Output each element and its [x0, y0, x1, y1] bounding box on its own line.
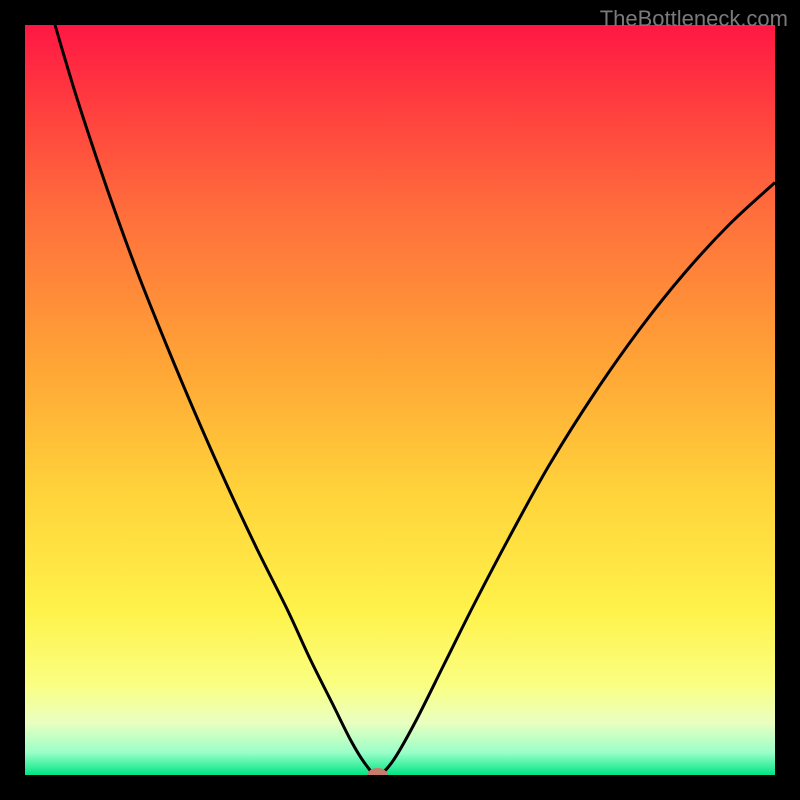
chart-plot-area: [25, 25, 775, 775]
watermark-text: TheBottleneck.com: [600, 6, 788, 32]
gradient-background: [25, 25, 775, 775]
bottleneck-chart: [25, 25, 775, 775]
